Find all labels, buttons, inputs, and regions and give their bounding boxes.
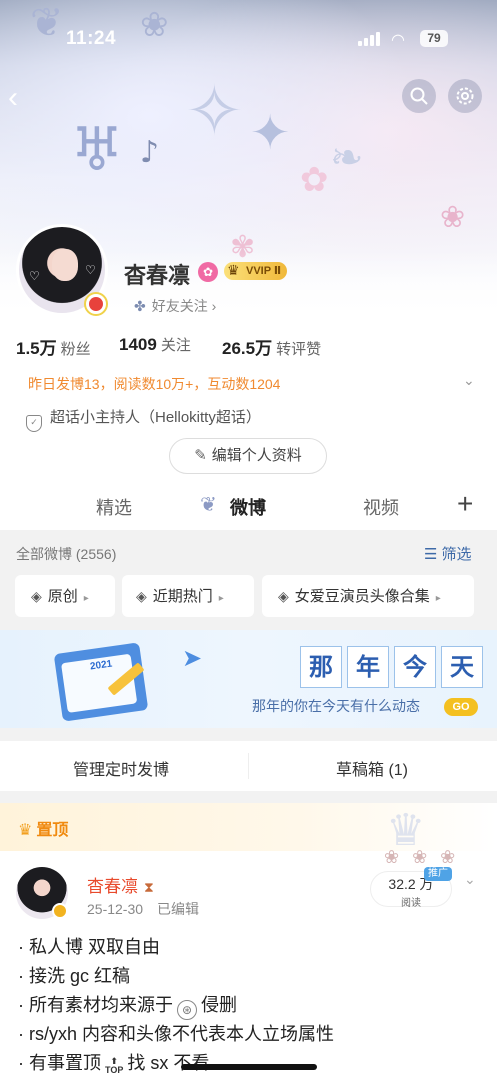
shield-icon: ✓ — [26, 415, 42, 432]
filter-section: 全部微博 (2556) ☰ 筛选 ◈ 原创 ▸ ◈ 近期热门 ▸ ◈ 女爱豆演员头像合集 ▸ — [0, 530, 497, 630]
heart-icon: ♡ — [29, 269, 40, 283]
profile-name: 杳春凛 — [124, 263, 191, 288]
title-char: 今 — [394, 646, 436, 688]
add-tab-button[interactable]: + — [457, 488, 473, 520]
chip-recent-hot[interactable]: ◈ 近期热门 ▸ — [122, 575, 254, 617]
bunny-decoration: ❧ — [330, 135, 364, 181]
profile-stats: 1.5万 粉丝 1409 关注 26.5万 转评赞 — [16, 334, 486, 358]
flower-decoration: ✿ — [300, 160, 329, 200]
layers-icon: ◈ — [136, 588, 147, 604]
post-line: · 私人博 双取自由 — [18, 937, 160, 957]
web-icon: ⊛ — [177, 1000, 197, 1020]
star-decoration: ✦ — [250, 105, 291, 161]
manage-row: 管理定时发博 草稿箱 (1) — [0, 741, 497, 791]
hourglass-icon: ⧗ — [144, 879, 154, 895]
music-note-decoration: ♪ — [140, 135, 160, 170]
divider — [248, 753, 249, 779]
stat-fans[interactable]: 1.5万 粉丝 — [16, 334, 91, 359]
pinned-label: ♛ 置顶 — [18, 822, 69, 839]
post-line: · rs/yxh 内容和头像不代表本人立场属性 — [18, 1024, 335, 1044]
on-this-day-subtitle: 那年的你在今天有什么动态 — [252, 699, 420, 715]
go-button[interactable]: GO — [444, 698, 478, 716]
chevron-down-icon[interactable]: ⌄ — [463, 372, 475, 389]
triangle-right-icon: ▸ — [83, 593, 89, 604]
wifi-icon: ◠ — [391, 32, 405, 49]
profile-tabs: 精选 ❦ 微博 视频 + — [0, 486, 497, 530]
activity-summary[interactable]: 昨日发博13，阅读数10万+，互动数1204 — [28, 374, 280, 394]
vip-badge[interactable]: ♛ VVIP Ⅱ — [224, 262, 288, 280]
heart-icon-2: ♡ — [85, 263, 96, 277]
pinned-post[interactable]: ♛ 置顶 ♛ 杳春凛 ⧗ 25-12-30 已编辑 ❀ ❀ ❀ 32.2 万 阅读 推… — [0, 803, 497, 1080]
pencil-icon: ✎ — [194, 447, 207, 464]
filter-button[interactable]: ☰ 筛选 — [424, 543, 471, 564]
stat-following[interactable]: 1409 关注 — [119, 334, 191, 355]
filter-icon: ☰ — [424, 546, 438, 563]
search-button[interactable] — [402, 79, 436, 113]
harp-decoration: ♅ — [70, 115, 124, 185]
top-icon: ⬆ TOP — [105, 1056, 124, 1075]
character-decoration: ❀ ❀ ❀ — [384, 847, 460, 867]
tab-featured[interactable]: 精选 — [96, 494, 132, 520]
post-body: · 私人博 双取自由 · 接洗 gc 红稿 · 所有素材均来源于 ⊛ 侵删 · rs… — [18, 933, 334, 1078]
crown-icon: ♛ — [18, 822, 33, 839]
battery-icon: 79 — [420, 30, 448, 47]
title-char: 那 — [300, 646, 342, 688]
chip-original[interactable]: ◈ 原创 ▸ — [15, 575, 115, 617]
post-meta: 25-12-30 已编辑 — [87, 901, 200, 917]
all-weibo-count: 全部微博 (2556) — [16, 546, 117, 562]
calendar-icon — [53, 642, 149, 722]
promote-tag: 推广 — [424, 867, 452, 881]
status-time: 11:24 — [66, 28, 117, 49]
chevron-down-icon[interactable]: ⌄ — [464, 871, 476, 888]
wings-decoration: ✧ — [185, 70, 244, 152]
edit-profile-button[interactable]: ✎ 编辑个人资料 — [169, 438, 327, 474]
stat-likes[interactable]: 26.5万 转评赞 — [222, 334, 321, 359]
verified-badge-icon — [52, 903, 68, 919]
crown-icon: ♛ — [227, 262, 240, 278]
chip-idol-collection[interactable]: ◈ 女爱豆演员头像合集 ▸ — [262, 575, 474, 617]
on-this-day-banner[interactable]: 2021 ➤ 那 年 今 天 那年的你在今天有什么动态 GO — [0, 630, 497, 728]
home-indicator — [181, 1064, 317, 1070]
pinned-bar: ♛ 置顶 ♛ — [0, 803, 497, 855]
wing-icon: ❦ — [200, 494, 217, 516]
paper-plane-icon: ➤ — [182, 645, 203, 672]
settings-button[interactable] — [448, 79, 482, 113]
scheduled-posts-button[interactable]: 管理定时发博 — [73, 756, 169, 780]
signal-icon — [358, 32, 382, 46]
host-tag[interactable]: ✓ 超话小主持人（Hellokitty超话） — [26, 406, 261, 432]
gear-icon — [456, 87, 474, 105]
post-author[interactable]: 杳春凛 ⧗ — [87, 872, 154, 897]
flower-decoration-2: ❀ — [440, 200, 466, 235]
triangle-right-icon: ▸ — [218, 593, 224, 604]
back-icon[interactable]: ‹ — [8, 83, 34, 113]
title-char: 天 — [441, 646, 483, 688]
clover-icon: ✤ — [134, 298, 146, 314]
post-line: · 所有素材均来源于 ⊛ 侵删 — [18, 991, 334, 1020]
tab-video[interactable]: 视频 — [363, 494, 399, 520]
layers-icon: ◈ — [278, 588, 289, 604]
title-char: 年 — [347, 646, 389, 688]
tab-weibo[interactable]: 微博 — [230, 494, 266, 520]
friends-follow-link[interactable]: ✤ 好友关注 › — [134, 296, 216, 316]
triangle-right-icon: ▸ — [435, 593, 441, 604]
search-icon — [410, 87, 428, 105]
status-bar: 11:24 ◠ 79 — [0, 28, 497, 52]
lollipop-icon[interactable]: ✿ — [198, 262, 218, 282]
layers-icon: ◈ — [31, 588, 42, 604]
post-line: · 接洗 gc 红稿 — [18, 966, 131, 986]
drafts-button[interactable]: 草稿箱 (1) — [336, 756, 408, 780]
avatar-verified-badge — [84, 292, 108, 316]
